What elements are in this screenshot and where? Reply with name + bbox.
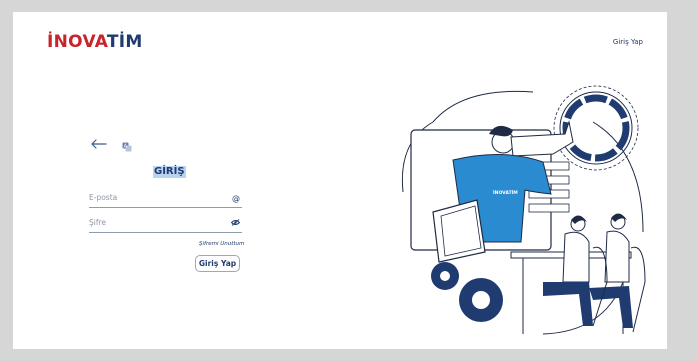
password-field[interactable]: Şifre xyxy=(89,218,242,233)
email-placeholder: E-posta xyxy=(89,193,118,202)
email-field[interactable]: E-posta @ xyxy=(89,193,242,208)
password-placeholder: Şifre xyxy=(89,218,107,227)
arrow-left-icon[interactable] xyxy=(90,138,108,150)
login-button[interactable]: Giriş Yap xyxy=(195,255,240,272)
translate-icon[interactable]: A xyxy=(122,142,132,152)
page: İNOVATİM Giriş Yap A GİRİŞ E-posta @ Şif… xyxy=(13,12,667,349)
brand-logo[interactable]: İNOVATİM xyxy=(47,32,143,52)
hero-illustration: İNOVATİM xyxy=(401,85,646,335)
forgot-password-link[interactable]: Şifremi Unuttum xyxy=(199,241,244,247)
page-title: GİRİŞ xyxy=(153,166,186,178)
header-login-link[interactable]: Giriş Yap xyxy=(613,38,643,46)
logo-part1: İNOVA xyxy=(47,32,107,52)
logo-part2: TİM xyxy=(106,32,143,52)
at-icon: @ xyxy=(232,194,240,203)
shirt-logo-text: İNOVATİM xyxy=(493,189,518,196)
svg-text:A: A xyxy=(124,144,128,150)
eye-off-icon[interactable] xyxy=(231,219,240,226)
